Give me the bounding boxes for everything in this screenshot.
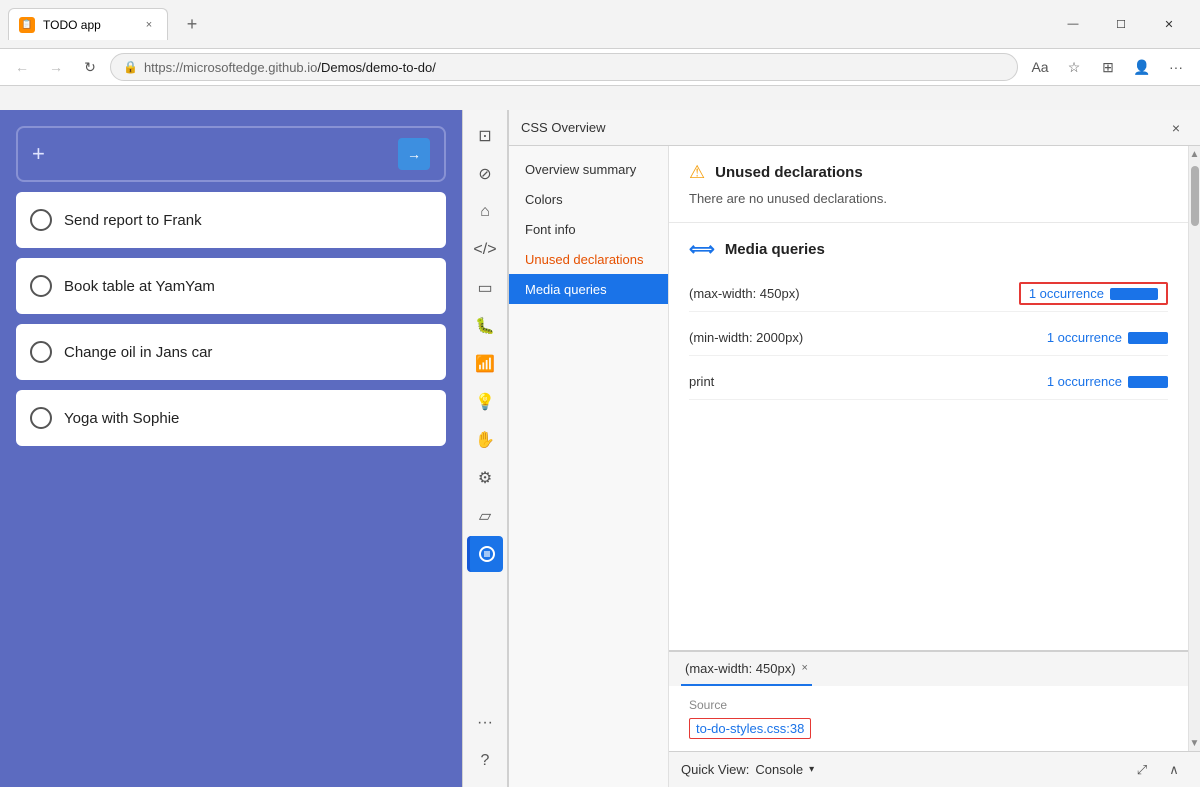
media-queries-title: Media queries [725, 241, 825, 258]
source-label: Source [689, 698, 1168, 712]
unused-declarations-text: There are no unused declarations. [689, 191, 1168, 206]
home-icon[interactable]: ⌂ [467, 194, 503, 230]
more-tools-button[interactable]: ··· [1160, 51, 1192, 83]
mq-row-1[interactable]: (min-width: 2000px) 1 occurrence [689, 320, 1168, 356]
mq-bar-2 [1128, 376, 1168, 388]
todo-checkbox-3[interactable] [30, 407, 52, 429]
submit-button[interactable]: → [398, 138, 430, 170]
bug-icon[interactable]: 🐛 [467, 308, 503, 344]
dock-button[interactable]: ⤢ [1128, 756, 1156, 784]
unused-declarations-section: ⚠ Unused declarations There are no unuse… [669, 146, 1188, 223]
todo-text-0: Send report to Frank [64, 212, 202, 229]
mq-row-2[interactable]: print 1 occurrence [689, 364, 1168, 400]
nav-colors[interactable]: Colors [509, 184, 668, 214]
todo-checkbox-0[interactable] [30, 209, 52, 231]
url-field[interactable]: 🔒 https://microsoftedge.github.io/Demos/… [110, 53, 1018, 81]
back-button[interactable]: ← [8, 53, 36, 81]
minimize-button[interactable]: — [1050, 8, 1096, 40]
unused-declarations-title: Unused declarations [715, 164, 863, 181]
mq-name-1: (min-width: 2000px) [689, 330, 1047, 345]
scroll-thumb[interactable] [1191, 166, 1199, 226]
todo-item-3[interactable]: Yoga with Sophie [16, 390, 446, 446]
mq-occurrence-1[interactable]: 1 occurrence [1047, 330, 1122, 345]
nav-unused-declarations[interactable]: Unused declarations [509, 244, 668, 274]
media-queries-section: ⟺ Media queries (max-width: 450px) 1 occ… [669, 223, 1188, 650]
mq-occurrence-2[interactable]: 1 occurrence [1047, 374, 1122, 389]
css-nav: Overview summary Colors Font info Unused… [509, 146, 669, 787]
lock-icon: 🔒 [123, 60, 138, 74]
address-bar: ← → ↻ 🔒 https://microsoftedge.github.io/… [0, 48, 1200, 86]
nav-overview-summary[interactable]: Overview summary [509, 154, 668, 184]
refresh-button[interactable]: ↻ [76, 53, 104, 81]
todo-text-2: Change oil in Jans car [64, 344, 212, 361]
bottom-tab-label: (max-width: 450px) [685, 661, 796, 676]
profile-button[interactable]: 👤 [1126, 51, 1158, 83]
right-scrollbar[interactable]: ▲ ▼ [1188, 146, 1200, 751]
scroll-down-button[interactable]: ▼ [1190, 735, 1200, 751]
pointer-icon[interactable]: ⊘ [467, 156, 503, 192]
devtools-sidebar: ⊡ ⊘ ⌂ </> ▭ 🐛 📶 💡 ✋ ⚙ ▱ ··· ? [462, 110, 508, 787]
add-todo-bar[interactable]: + → [16, 126, 446, 182]
inspect-element-icon[interactable]: ⊡ [467, 118, 503, 154]
tab-close-button[interactable]: × [141, 17, 157, 33]
scroll-up-button[interactable]: ▲ [1190, 146, 1200, 162]
browser-tab[interactable]: 📋 TODO app × [8, 8, 168, 40]
source-link[interactable]: to-do-styles.css:38 [689, 718, 811, 739]
css-main-content: ⚠ Unused declarations There are no unuse… [669, 146, 1188, 751]
mq-bar-1 [1128, 332, 1168, 344]
mq-occurrence-0[interactable]: 1 occurrence [1029, 286, 1104, 301]
url-text: https://microsoftedge.github.io/Demos/de… [144, 60, 1005, 75]
tab-favicon: 📋 [19, 17, 35, 33]
warning-icon: ⚠ [689, 162, 705, 183]
nav-media-queries[interactable]: Media queries [509, 274, 668, 304]
source-section: Source to-do-styles.css:38 [669, 686, 1188, 751]
sources-icon[interactable]: ▭ [467, 270, 503, 306]
todo-item-1[interactable]: Book table at YamYam [16, 258, 446, 314]
forward-button[interactable]: → [42, 53, 70, 81]
css-overview-panel: CSS Overview × Overview summary Colors F… [508, 110, 1200, 787]
quick-view-arrow-icon[interactable]: ▾ [809, 764, 814, 775]
todo-text-3: Yoga with Sophie [64, 410, 179, 427]
todo-item-0[interactable]: Send report to Frank [16, 192, 446, 248]
todo-text-1: Book table at YamYam [64, 278, 215, 295]
close-window-button[interactable]: ✕ [1146, 8, 1192, 40]
quick-view-label: Quick View: [681, 762, 749, 777]
todo-checkbox-2[interactable] [30, 341, 52, 363]
console-label: Console [755, 762, 803, 777]
nav-font-info[interactable]: Font info [509, 214, 668, 244]
wifi-icon[interactable]: 📶 [467, 346, 503, 382]
maximize-button[interactable]: ☐ [1098, 8, 1144, 40]
expand-button[interactable]: ∧ [1160, 756, 1188, 784]
panel-title: CSS Overview [521, 120, 606, 135]
device-icon[interactable]: ▱ [467, 498, 503, 534]
new-tab-button[interactable]: + [178, 10, 206, 38]
todo-checkbox-1[interactable] [30, 275, 52, 297]
bulb-icon[interactable]: 💡 [467, 384, 503, 420]
more-tools-icon[interactable]: ··· [467, 705, 503, 741]
mq-name-2: print [689, 374, 1047, 389]
help-icon[interactable]: ? [467, 743, 503, 779]
add-icon: + [32, 141, 45, 167]
code-icon[interactable]: </> [467, 232, 503, 268]
gesture-icon[interactable]: ✋ [467, 422, 503, 458]
todo-item-2[interactable]: Change oil in Jans car [16, 324, 446, 380]
quick-view-bar: Quick View: Console ▾ ⤢ ∧ [669, 751, 1200, 787]
mq-row-0[interactable]: (max-width: 450px) 1 occurrence [689, 276, 1168, 312]
arrows-icon: ⟺ [689, 239, 715, 260]
panel-close-button[interactable]: × [1164, 116, 1188, 140]
bottom-tab-close-button[interactable]: × [802, 662, 808, 674]
mq-name-0: (max-width: 450px) [689, 286, 1019, 301]
collections-button[interactable]: ⊞ [1092, 51, 1124, 83]
css-overview-icon[interactable] [467, 536, 503, 572]
favorites-button[interactable]: ☆ [1058, 51, 1090, 83]
bottom-tab-area: (max-width: 450px) × [669, 651, 1188, 686]
reader-mode-button[interactable]: Aa [1024, 51, 1056, 83]
todo-app-panel: + → Send report to Frank Book table at Y… [0, 110, 462, 787]
gear-icon[interactable]: ⚙ [467, 460, 503, 496]
mq-bar-0 [1110, 288, 1158, 300]
panel-header: CSS Overview × [509, 110, 1200, 146]
mq-detail-tab[interactable]: (max-width: 450px) × [681, 652, 812, 686]
tab-title: TODO app [43, 18, 133, 32]
